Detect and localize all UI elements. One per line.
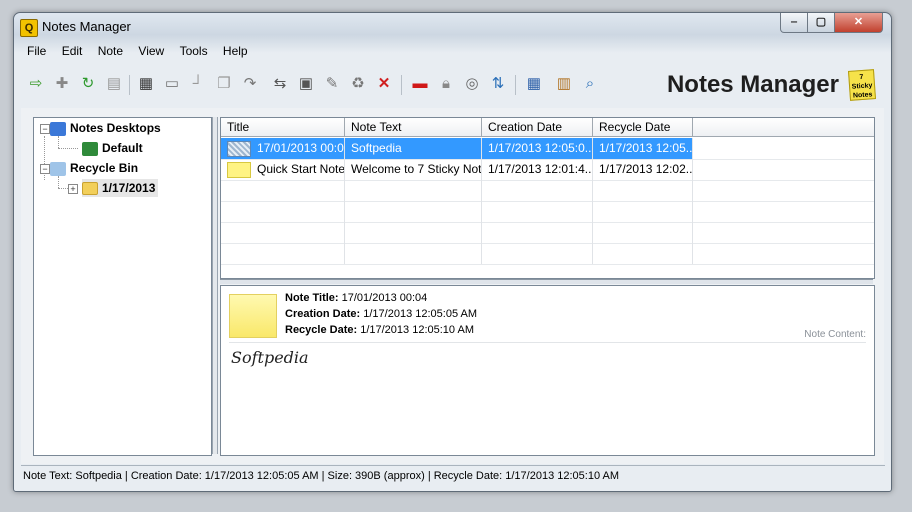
cell-note-text: Softpedia <box>345 138 482 159</box>
cell-title: Quick Start Note: <box>221 159 345 180</box>
collapse-desktops-toggle[interactable]: − <box>40 124 50 134</box>
menu-bar: File Edit Note View Tools Help <box>21 43 254 61</box>
menu-view[interactable]: View <box>132 43 170 59</box>
note-preview-thumbnail <box>229 294 277 338</box>
table-row[interactable]: Quick Start Note: Welcome to 7 Sticky No… <box>221 159 874 181</box>
paste-icon[interactable]: ┘ <box>187 73 209 95</box>
redo-icon[interactable]: ↷ <box>239 73 261 95</box>
view-options-icon[interactable]: ▦ <box>523 73 545 95</box>
toolbar-separator <box>515 75 516 95</box>
tree-label-default: Default <box>102 141 143 155</box>
cell-recycle-date: 1/17/2013 12:05... <box>593 138 693 159</box>
search-icon[interactable]: ⌕ <box>579 73 601 95</box>
tree-item-recycle-bin[interactable]: Recycle Bin <box>50 159 138 177</box>
window-title: Notes Manager <box>42 19 131 34</box>
recycle-icon[interactable]: ♻ <box>347 73 369 95</box>
menu-note[interactable]: Note <box>92 43 129 59</box>
tree-item-notes-desktops[interactable]: Notes Desktops <box>50 119 161 137</box>
menu-file[interactable]: File <box>21 43 52 59</box>
collapse-recycle-toggle[interactable]: − <box>40 164 50 174</box>
brand-title: Notes Manager <box>666 71 839 98</box>
tag-icon[interactable]: ✎ <box>321 73 343 95</box>
note-thumbnail <box>227 140 251 157</box>
toolbar-separator <box>401 75 402 95</box>
move-icon[interactable]: ⇆ <box>269 73 291 95</box>
detail-note-title: Note Title: 17/01/2013 00:04 <box>285 292 428 304</box>
column-header-note-text[interactable]: Note Text <box>345 118 482 137</box>
desktop-icon <box>50 121 66 136</box>
recycle-bin-icon <box>50 161 66 176</box>
empty-row <box>221 180 874 202</box>
minimize-button[interactable]: ‒ <box>780 13 808 33</box>
table-row[interactable]: 17/01/2013 00:04 Softpedia 1/17/2013 12:… <box>221 138 874 160</box>
stop-icon[interactable]: ▣ <box>295 73 317 95</box>
column-header-title[interactable]: Title <box>221 118 345 137</box>
tree-item-default[interactable]: Default <box>82 139 143 157</box>
notes-manager-window: Q Notes Manager ‒ ▢ ✕ File Edit Note Vie… <box>13 12 892 492</box>
desktop-default-icon <box>82 141 98 156</box>
note-details-panel: Note Title: 17/01/2013 00:04 Creation Da… <box>220 285 875 456</box>
note-thumbnail <box>227 161 251 178</box>
column-header-creation-date[interactable]: Creation Date <box>482 118 593 137</box>
notes-grid: Title Note Text Creation Date Recycle Da… <box>220 117 875 279</box>
menu-help[interactable]: Help <box>217 43 254 59</box>
cell-creation-date: 1/17/2013 12:05:0... <box>482 138 593 159</box>
toolbar-separator <box>129 75 130 95</box>
detail-divider <box>229 342 866 343</box>
tree-label-notes-desktops: Notes Desktops <box>70 121 161 135</box>
cell-creation-date: 1/17/2013 12:01:4... <box>482 159 593 180</box>
folder-icon <box>82 182 98 196</box>
folder-tree: − Notes Desktops Default − Recycle Bin +… <box>33 117 212 456</box>
sticky-notes-logo: 7 Sticky Notes <box>847 69 877 101</box>
print-icon[interactable]: ▭ <box>161 73 183 95</box>
cell-recycle-date: 1/17/2013 12:02... <box>593 159 693 180</box>
column-header-filler <box>693 118 874 137</box>
tree-item-date-folder[interactable]: 1/17/2013 <box>82 179 159 197</box>
cell-note-text: Welcome to 7 Sticky Not... <box>345 159 482 180</box>
delete-icon[interactable]: ✕ <box>373 73 395 95</box>
tree-label-recycle-bin: Recycle Bin <box>70 161 139 175</box>
stats-icon[interactable]: ▥ <box>553 73 575 95</box>
red-stop-icon[interactable]: ▬ <box>409 73 431 95</box>
column-header-recycle-date[interactable]: Recycle Date <box>593 118 693 137</box>
cell-title: 17/01/2013 00:04 <box>221 138 345 159</box>
sort-icon[interactable]: ⇅ <box>487 73 509 95</box>
clock-icon[interactable]: ◎ <box>461 73 483 95</box>
status-bar: Note Text: Softpedia | Creation Date: 1/… <box>21 465 885 486</box>
expand-date-folder-toggle[interactable]: + <box>68 184 78 194</box>
detail-recycle-date: Recycle Date: 1/17/2013 12:05:10 AM <box>285 324 474 336</box>
toolbar: ⇨ ✚ ↻ ▤ ▦ ▭ ┘ ❐ ↷ ⇆ ▣ ✎ ♻ ✕ ▬ 🔒︎ ◎ ⇅ ▦ ▥… <box>21 67 883 105</box>
duplicate-icon[interactable]: ❐ <box>213 73 235 95</box>
import-icon[interactable]: ⇨ <box>25 73 47 95</box>
save-icon[interactable]: ▦ <box>135 73 157 95</box>
main-content: − Notes Desktops Default − Recycle Bin +… <box>21 108 884 464</box>
empty-row <box>221 243 874 265</box>
empty-row <box>221 222 874 244</box>
horizontal-splitter[interactable] <box>220 279 873 284</box>
title-bar[interactable]: Q Notes Manager ‒ ▢ ✕ <box>14 13 891 41</box>
note-content-text: Softpedia <box>231 348 309 367</box>
menu-tools[interactable]: Tools <box>174 43 214 59</box>
vertical-splitter[interactable] <box>212 117 218 454</box>
app-search-icon: Q <box>20 19 38 37</box>
copy-icon[interactable]: ▤ <box>103 73 125 95</box>
lock-icon[interactable]: 🔒︎ <box>435 73 457 95</box>
close-button[interactable]: ✕ <box>834 13 883 33</box>
tree-label-date-folder: 1/17/2013 <box>102 181 156 195</box>
detail-creation-date: Creation Date: 1/17/2013 12:05:05 AM <box>285 308 478 320</box>
menu-edit[interactable]: Edit <box>56 43 89 59</box>
empty-row <box>221 201 874 223</box>
add-icon[interactable]: ✚ <box>51 73 73 95</box>
maximize-button[interactable]: ▢ <box>807 13 835 33</box>
note-content-label: Note Content: <box>804 329 866 340</box>
refresh-icon[interactable]: ↻ <box>77 73 99 95</box>
